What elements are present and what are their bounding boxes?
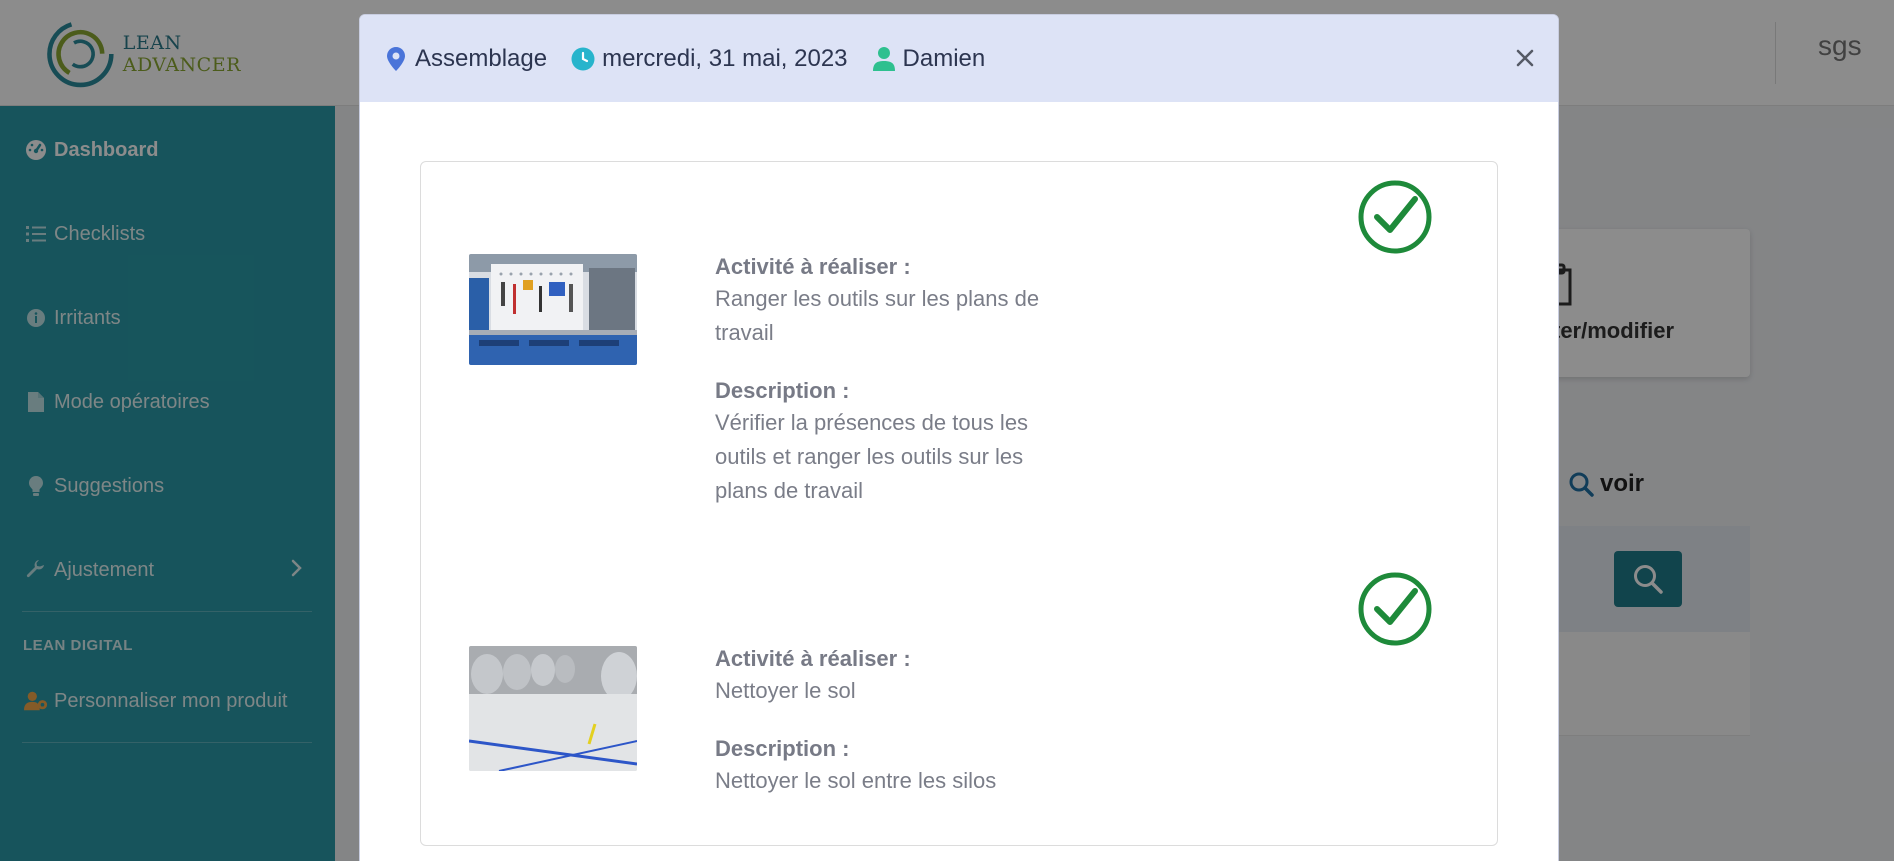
description-text-line: outils et ranger les outils sur les — [715, 444, 1024, 469]
checklist-detail-modal: Assemblage mercredi, 31 mai, 2023 Damien — [359, 14, 1559, 861]
factory-floor-silos-photo — [469, 646, 637, 771]
modal-header: Assemblage mercredi, 31 mai, 2023 Damien — [360, 15, 1558, 102]
tool-pegboard-photo — [469, 254, 637, 365]
location-text: Assemblage — [415, 44, 548, 72]
description-text-line: Nettoyer le sol entre les silos — [715, 768, 997, 793]
description-text: Nettoyer le sol entre les silos — [715, 764, 1075, 798]
location-info: Assemblage — [384, 45, 547, 73]
check-circle-icon — [1358, 572, 1432, 646]
activity-text: Nettoyer le sol — [715, 674, 1075, 708]
activity-text-line: Nettoyer le sol — [715, 678, 856, 703]
activity-text-line: travail — [715, 320, 774, 345]
activity-text: Ranger les outils sur les plans de trava… — [715, 282, 1075, 350]
description-label: Description : — [715, 736, 850, 761]
activity-label: Activité à réaliser : — [715, 646, 911, 671]
person-text: Damien — [902, 44, 986, 72]
clock-icon — [571, 46, 595, 72]
date-text: mercredi, 31 mai, 2023 — [602, 44, 848, 72]
description-text-line: Vérifier la présences de tous les — [715, 410, 1029, 435]
person-info: Damien — [872, 44, 986, 73]
activities-panel: Activité à réaliser : Ranger les outils … — [420, 161, 1498, 846]
close-icon — [1516, 49, 1534, 67]
description-label: Description : — [715, 378, 850, 403]
activity-text-line: Ranger les outils sur les plans de — [715, 286, 1040, 311]
close-button[interactable] — [1512, 45, 1538, 71]
user-icon — [872, 46, 896, 72]
description-text: Vérifier la présences de tous les outils… — [715, 406, 1075, 508]
map-pin-icon — [384, 46, 408, 72]
date-info: mercredi, 31 mai, 2023 — [571, 44, 848, 73]
description-text-line: plans de travail — [715, 478, 863, 503]
check-circle-icon — [1358, 180, 1432, 254]
activity-label: Activité à réaliser : — [715, 254, 911, 279]
